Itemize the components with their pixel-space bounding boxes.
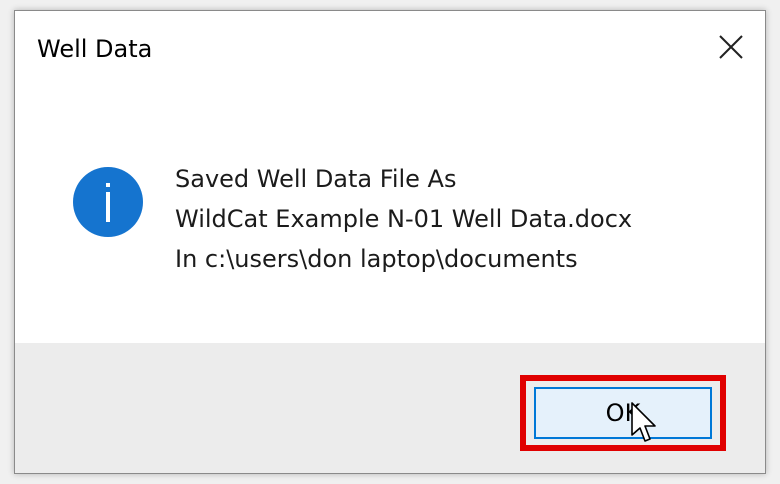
message-line-1: Saved Well Data File As [175, 165, 457, 193]
dialog-content: Saved Well Data File As WildCat Example … [15, 87, 765, 343]
message-text: Saved Well Data File As WildCat Example … [175, 159, 632, 279]
close-button[interactable] [709, 27, 753, 67]
window-title: Well Data [37, 35, 153, 63]
message-line-2: WildCat Example N-01 Well Data.docx [175, 205, 633, 233]
message-line-3: In c:\users\don laptop\documents [175, 245, 578, 273]
info-icon [73, 167, 143, 237]
message-dialog: Well Data Saved Well Data File As WildCa… [14, 10, 766, 474]
ok-button[interactable]: OK [534, 387, 712, 439]
close-icon [719, 35, 743, 59]
ok-button-highlight: OK [520, 375, 726, 451]
mouse-pointer-icon [631, 402, 656, 442]
dialog-footer: OK [15, 343, 765, 473]
title-bar: Well Data [15, 11, 765, 87]
